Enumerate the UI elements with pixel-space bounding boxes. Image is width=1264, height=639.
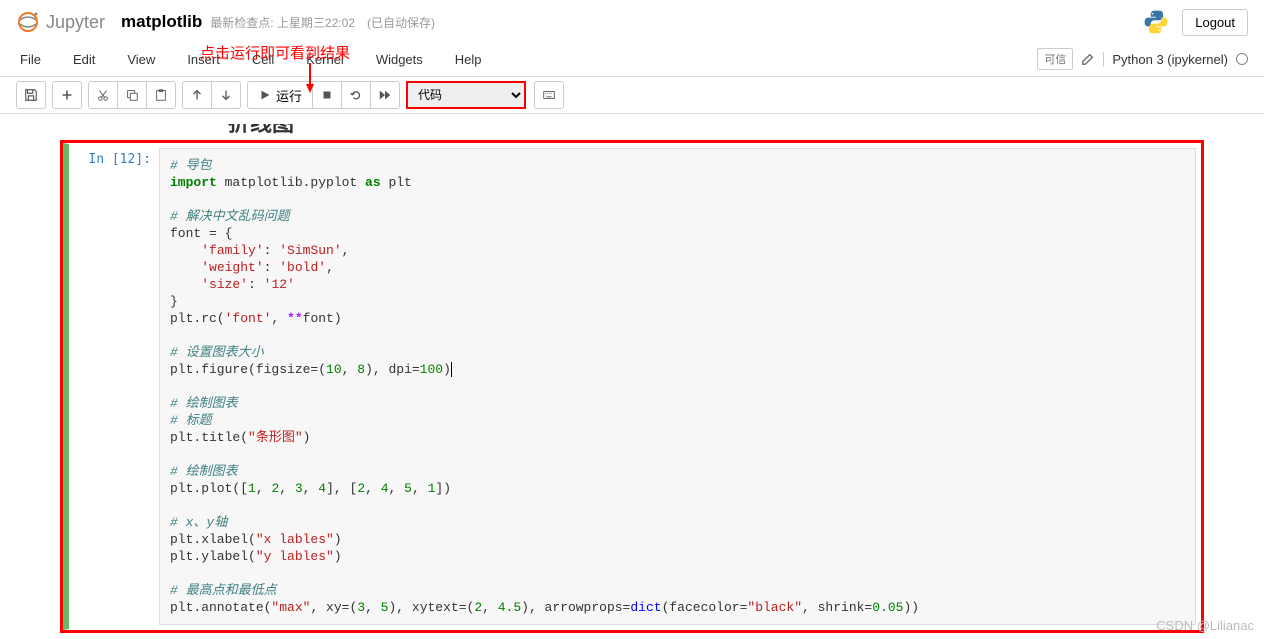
autosave-status: (已自动保存) (367, 14, 435, 31)
kernel-status-icon (1236, 53, 1248, 65)
save-button[interactable] (16, 81, 46, 109)
jupyter-icon (16, 10, 40, 34)
restart-icon (349, 88, 363, 102)
menu-edit[interactable]: Edit (69, 50, 99, 69)
header: Jupyter matplotlib 最新检查点: 上星期三22:02 (已自动… (0, 0, 1264, 42)
menubar: File Edit View Insert Cell Kernel Widget… (0, 42, 1264, 77)
paste-icon (154, 88, 168, 102)
code-cell[interactable]: In [12]: # 导包 import matplotlib.pyplot a… (63, 143, 1201, 630)
cell-type-select[interactable]: 代码 (406, 81, 526, 109)
jupyter-logo[interactable]: Jupyter (16, 10, 105, 34)
arrow-up-icon (190, 88, 204, 102)
move-down-button[interactable] (212, 81, 241, 109)
play-icon (258, 88, 272, 102)
watermark: CSDN @Lilianac (1156, 618, 1254, 633)
move-up-button[interactable] (182, 81, 212, 109)
jupyter-text: Jupyter (46, 12, 105, 33)
cell-prompt: In [12]: (69, 144, 159, 629)
python-icon (1142, 8, 1170, 36)
paste-button[interactable] (147, 81, 176, 109)
run-label: 运行 (276, 86, 302, 105)
kernel-name[interactable]: Python 3 (ipykernel) (1103, 52, 1228, 67)
notebook-name[interactable]: matplotlib (121, 12, 202, 32)
code-editor[interactable]: # 导包 import matplotlib.pyplot as plt # 解… (159, 148, 1196, 625)
add-cell-button[interactable] (52, 81, 82, 109)
menu-view[interactable]: View (123, 50, 159, 69)
save-icon (24, 88, 38, 102)
keyboard-icon (542, 88, 556, 102)
run-button[interactable]: 运行 (247, 81, 313, 109)
cut-icon (96, 88, 110, 102)
annotation-arrow-icon (305, 58, 335, 98)
notebook-area: 折线图 In [12]: # 导包 import matplotlib.pypl… (0, 114, 1264, 633)
plus-icon (60, 88, 74, 102)
restart-run-all-button[interactable] (371, 81, 400, 109)
arrow-down-icon (219, 88, 233, 102)
heading-partial: 折线图 (228, 124, 1204, 134)
trusted-badge[interactable]: 可信 (1037, 48, 1073, 70)
checkpoint-status: 最新检查点: 上星期三22:02 (210, 14, 355, 31)
copy-button[interactable] (118, 81, 147, 109)
copy-icon (125, 88, 139, 102)
menu-file[interactable]: File (16, 50, 45, 69)
logout-button[interactable]: Logout (1182, 9, 1248, 36)
restart-button[interactable] (342, 81, 371, 109)
menu-help[interactable]: Help (451, 50, 486, 69)
command-palette-button[interactable] (534, 81, 564, 109)
toolbar: 运行 代码 (0, 77, 1264, 114)
menu-widgets[interactable]: Widgets (372, 50, 427, 69)
edit-icon[interactable] (1081, 52, 1095, 66)
fast-forward-icon (378, 88, 392, 102)
cut-button[interactable] (88, 81, 118, 109)
